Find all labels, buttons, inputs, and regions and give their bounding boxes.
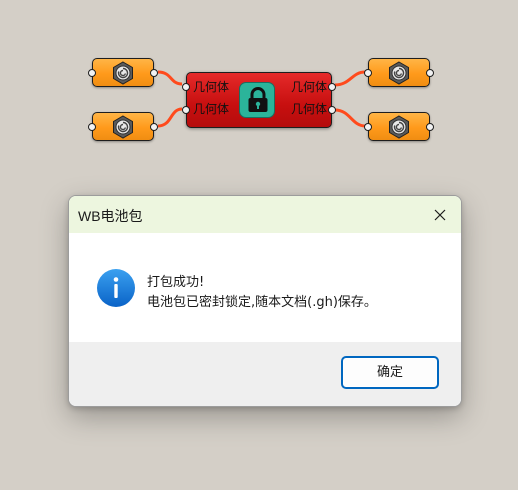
output-port-label: 几何体: [290, 80, 327, 94]
ok-button[interactable]: 确定: [342, 357, 438, 388]
output-grip[interactable]: [328, 83, 336, 91]
input-grip[interactable]: [364, 123, 372, 131]
message-line-1: 打包成功!: [147, 275, 205, 290]
lock-icon: [239, 82, 275, 118]
input-grip[interactable]: [182, 106, 190, 114]
message-line-2: 电池包已密封锁定,随本文档(.gh)保存。: [147, 295, 377, 310]
dialog-titlebar[interactable]: WB电池包: [69, 196, 461, 233]
output-grip[interactable]: [328, 106, 336, 114]
battery-pack-component[interactable]: 几何体 几何体 几何体 几何体: [182, 72, 336, 128]
input-grip[interactable]: [364, 69, 372, 77]
output-grip[interactable]: [426, 69, 434, 77]
close-icon: [434, 209, 446, 221]
input-port-label: 几何体: [193, 80, 230, 94]
output-grip[interactable]: [426, 123, 434, 131]
output-param-2[interactable]: [364, 112, 434, 141]
output-port-label: 几何体: [290, 102, 327, 116]
geometry-param-icon: [113, 115, 133, 139]
input-port-label: 几何体: [193, 102, 230, 116]
message-dialog: WB电池包 打包成功! 电池包已密封锁定,随本文档(.gh)保存。 确定: [68, 195, 462, 407]
geometry-param-icon: [389, 115, 409, 139]
close-button[interactable]: [419, 196, 461, 233]
info-icon: [97, 269, 135, 307]
dialog-footer: 确定: [69, 342, 461, 406]
input-param-1[interactable]: [88, 58, 158, 87]
output-param-1[interactable]: [364, 58, 434, 87]
output-grip[interactable]: [150, 123, 158, 131]
input-grip[interactable]: [88, 123, 96, 131]
geometry-param-icon: [389, 61, 409, 85]
dialog-content: 打包成功! 电池包已密封锁定,随本文档(.gh)保存。: [69, 233, 461, 342]
input-grip[interactable]: [182, 83, 190, 91]
geometry-param-icon: [113, 61, 133, 85]
input-grip[interactable]: [88, 69, 96, 77]
dialog-title: WB电池包: [78, 208, 143, 224]
output-grip[interactable]: [150, 69, 158, 77]
input-param-2[interactable]: [88, 112, 158, 141]
